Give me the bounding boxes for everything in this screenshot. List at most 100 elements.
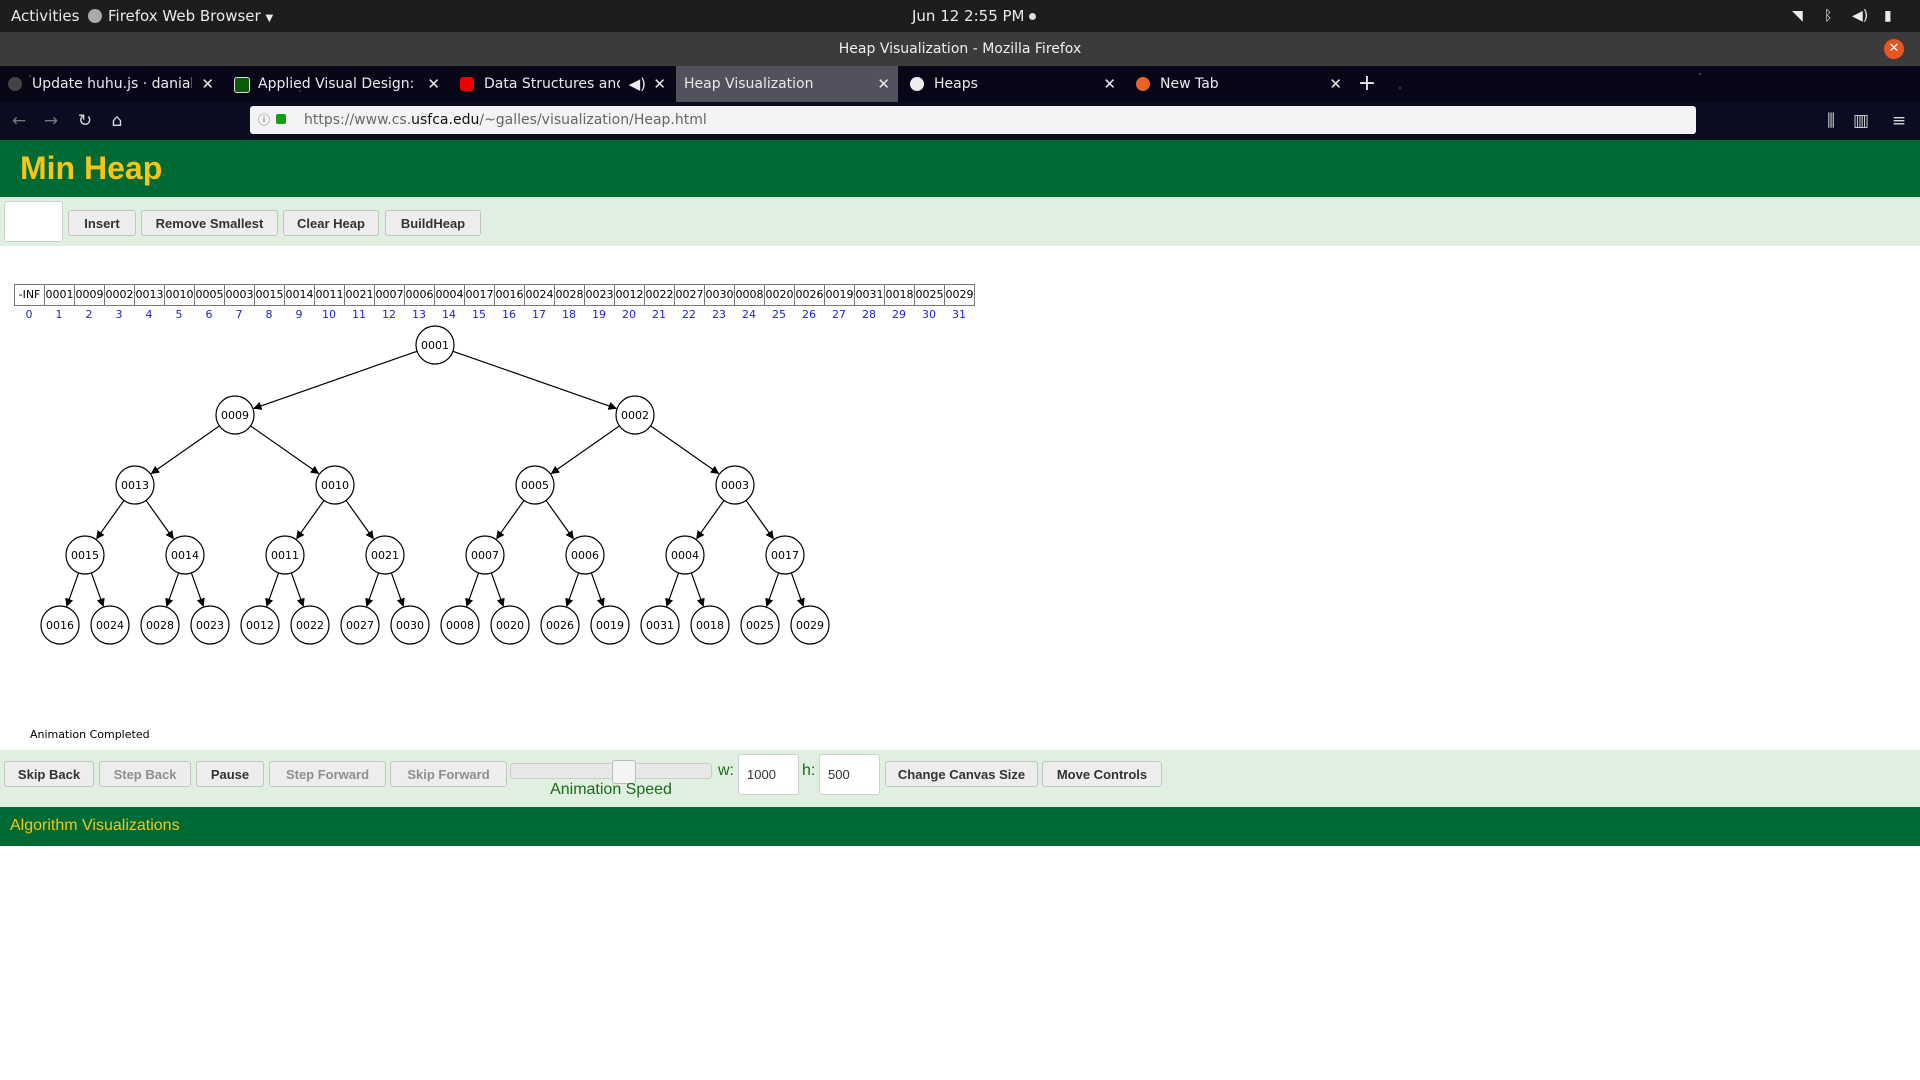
heap-array-cell: 0023 bbox=[584, 284, 615, 306]
close-tab-icon[interactable]: ✕ bbox=[877, 66, 890, 102]
skip-back-button[interactable]: Skip Back bbox=[4, 761, 94, 787]
url-bar[interactable]: ⓘ https://www.cs.usfca.edu/~galles/visua… bbox=[250, 106, 1696, 134]
window-title: Heap Visualization - Mozilla Firefox bbox=[838, 41, 1082, 57]
step-forward-button[interactable]: Step Forward bbox=[269, 761, 386, 787]
sidebar-icon[interactable]: ▥ bbox=[1848, 108, 1874, 134]
battery-icon[interactable]: ▮ bbox=[1884, 0, 1892, 32]
lock-icon bbox=[276, 114, 286, 124]
heap-array-cell: 0008 bbox=[734, 284, 765, 306]
wifi-icon[interactable]: ◥ bbox=[1792, 0, 1803, 32]
page-footer: Algorithm Visualizations bbox=[0, 807, 1920, 846]
change-canvas-size-button[interactable]: Change Canvas Size bbox=[885, 761, 1038, 787]
clock[interactable]: Jun 12 2:55 PM bbox=[912, 0, 1037, 32]
visualization-canvas bbox=[0, 246, 1920, 750]
back-arrow-icon[interactable]: ← bbox=[6, 108, 32, 134]
heap-array-cell: 0002 bbox=[104, 284, 135, 306]
heap-array-index: 18 bbox=[562, 308, 576, 321]
tab-strip: Update huhu.js · danialnx/ ✕ Applied Vis… bbox=[0, 66, 1920, 102]
home-icon[interactable]: ⌂ bbox=[104, 108, 130, 134]
volume-icon[interactable]: ◀) bbox=[1852, 0, 1868, 32]
firefox-icon bbox=[1136, 77, 1150, 91]
heap-array-index: 28 bbox=[862, 308, 876, 321]
height-label: h: bbox=[802, 762, 816, 779]
notification-dot-icon bbox=[1029, 13, 1037, 20]
heap-array-cell: -INF bbox=[14, 284, 45, 306]
library-icon[interactable]: ⫼ bbox=[1818, 108, 1844, 134]
close-tab-icon[interactable]: ✕ bbox=[1103, 66, 1116, 102]
page-header bbox=[0, 140, 1920, 197]
page-title: Min Heap bbox=[20, 150, 163, 186]
forward-arrow-icon[interactable]: → bbox=[38, 108, 64, 134]
animation-status: Animation Completed bbox=[30, 728, 150, 741]
tab-freecodecamp[interactable]: Applied Visual Design: Adj ✕ bbox=[226, 66, 448, 102]
heap-array-index: 30 bbox=[922, 308, 936, 321]
insert-button[interactable]: Insert bbox=[68, 210, 136, 236]
heap-array-index: 20 bbox=[622, 308, 636, 321]
heap-array-cell: 0025 bbox=[914, 284, 945, 306]
heap-array-cell: 0006 bbox=[404, 284, 435, 306]
heap-array-cell: 0030 bbox=[704, 284, 735, 306]
tab-new-tab[interactable]: New Tab ✕ bbox=[1128, 66, 1350, 102]
heap-array-index: 17 bbox=[532, 308, 546, 321]
heap-array-index: 21 bbox=[652, 308, 666, 321]
bluetooth-icon[interactable]: ᛒ bbox=[1824, 0, 1832, 32]
heap-array-index: 24 bbox=[742, 308, 756, 321]
heap-array-index: 6 bbox=[205, 308, 213, 321]
heap-array-index: 13 bbox=[412, 308, 426, 321]
heap-array-cell: 0012 bbox=[614, 284, 645, 306]
animation-speed-slider[interactable] bbox=[510, 760, 712, 784]
heap-array-cell: 0001 bbox=[44, 284, 75, 306]
animation-speed-label: Animation Speed bbox=[550, 781, 672, 798]
info-icon[interactable]: ⓘ bbox=[258, 106, 270, 134]
tab-heap-visualization[interactable]: Heap Visualization ✕ bbox=[676, 66, 898, 102]
heap-array-cell: 0009 bbox=[74, 284, 105, 306]
animation-controls: Skip Back Step Back Pause Step Forward S… bbox=[0, 750, 1920, 807]
heap-array-cell: 0024 bbox=[524, 284, 555, 306]
activities-button[interactable]: Activities bbox=[11, 0, 79, 32]
step-back-button[interactable]: Step Back bbox=[99, 761, 191, 787]
github-icon bbox=[8, 77, 22, 91]
algorithm-visualizations-link[interactable]: Algorithm Visualizations bbox=[10, 817, 180, 835]
heap-array-cell: 0017 bbox=[464, 284, 495, 306]
heap-array-cell: 0011 bbox=[314, 284, 345, 306]
new-tab-plus-icon[interactable]: + bbox=[1354, 66, 1380, 102]
pause-button[interactable]: Pause bbox=[196, 761, 264, 787]
heap-array-cell: 0019 bbox=[824, 284, 855, 306]
app-menu[interactable]: Firefox Web Browser ▼ bbox=[88, 0, 273, 32]
tab-github[interactable]: Update huhu.js · danialnx/ ✕ bbox=[0, 66, 222, 102]
clear-heap-button[interactable]: Clear Heap bbox=[283, 210, 379, 236]
insert-value-input[interactable] bbox=[4, 201, 63, 242]
close-tab-icon[interactable]: ✕ bbox=[1329, 66, 1342, 102]
heap-array-cell: 0014 bbox=[284, 284, 315, 306]
heap-array-index: 11 bbox=[352, 308, 366, 321]
close-tab-icon[interactable]: ✕ bbox=[427, 66, 440, 102]
youtube-icon bbox=[460, 77, 474, 91]
canvas-height-input[interactable]: 500 bbox=[819, 754, 880, 795]
close-tab-icon[interactable]: ✕ bbox=[653, 66, 666, 102]
move-controls-button[interactable]: Move Controls bbox=[1042, 761, 1162, 787]
heap-array-index: 8 bbox=[265, 308, 273, 321]
clock-text: Jun 12 2:55 PM bbox=[912, 7, 1025, 25]
window-close-icon[interactable]: ✕ bbox=[1884, 39, 1904, 59]
heap-array-index: 3 bbox=[115, 308, 123, 321]
heap-array-index: 16 bbox=[502, 308, 516, 321]
reload-icon[interactable]: ↻ bbox=[72, 108, 98, 134]
skip-forward-button[interactable]: Skip Forward bbox=[390, 761, 507, 787]
app-name: Firefox Web Browser bbox=[108, 7, 261, 25]
heap-array-index: 25 bbox=[772, 308, 786, 321]
heap-array-index: 4 bbox=[145, 308, 153, 321]
close-tab-icon[interactable]: ✕ bbox=[201, 66, 214, 102]
tab-label: Heaps bbox=[934, 76, 978, 92]
tab-youtube[interactable]: Data Structures and Alg ◀) ✕ bbox=[452, 66, 674, 102]
speaker-icon[interactable]: ◀) bbox=[629, 66, 646, 102]
tab-heaps[interactable]: Heaps ✕ bbox=[902, 66, 1124, 102]
menu-hamburger-icon[interactable]: ≡ bbox=[1886, 108, 1912, 134]
width-label: w: bbox=[718, 762, 734, 779]
url-path: /~galles/visualization/Heap.html bbox=[479, 112, 707, 128]
remove-smallest-button[interactable]: Remove Smallest bbox=[141, 210, 278, 236]
heap-array-cell: 0027 bbox=[674, 284, 705, 306]
heap-array-index: 12 bbox=[382, 308, 396, 321]
build-heap-button[interactable]: BuildHeap bbox=[385, 210, 481, 236]
canvas-width-input[interactable]: 1000 bbox=[738, 754, 799, 795]
heap-array-cell: 0020 bbox=[764, 284, 795, 306]
